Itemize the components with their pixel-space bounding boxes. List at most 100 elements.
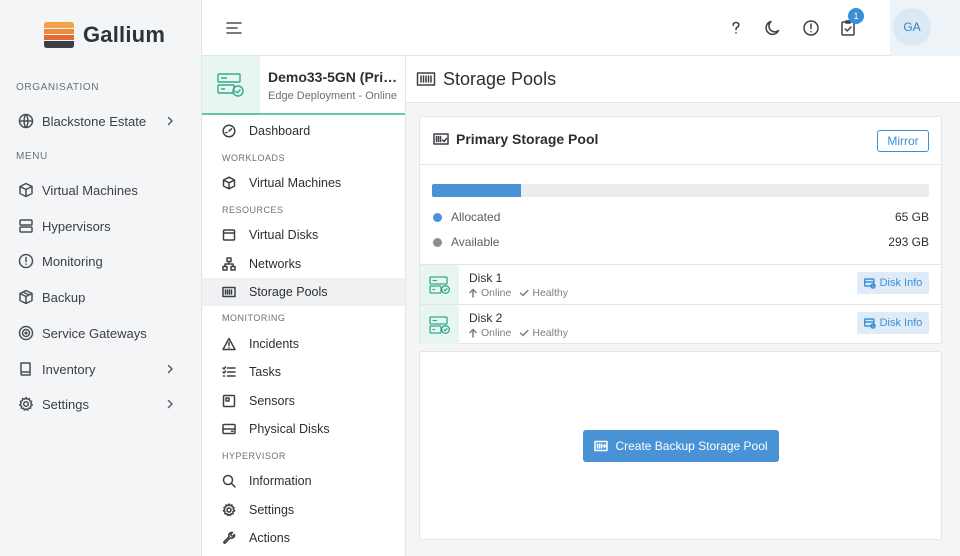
alert-circle-icon [18, 253, 34, 269]
gear-icon [18, 396, 34, 412]
host-nav-physical-disks[interactable]: Physical Disks [202, 415, 405, 443]
disk-row[interactable]: Disk 2 Online Healthy Disk Info [420, 304, 941, 344]
page-title: Storage Pools [443, 68, 557, 89]
host-nav-sensors[interactable]: Sensors [202, 387, 405, 415]
check-icon [519, 288, 529, 298]
nav-item-label: Hypervisors [42, 218, 111, 234]
host-nav-networks[interactable]: Networks [202, 250, 405, 278]
disk-health: Healthy [532, 287, 568, 299]
nav-item-label: Service Gateways [42, 325, 147, 341]
dark-mode-moon-icon[interactable] [763, 18, 783, 38]
nav-item-virtual-machines[interactable]: Virtual Machines [0, 175, 202, 205]
host-nav-information[interactable]: Information [202, 467, 405, 495]
host-nav-label: Actions [249, 531, 290, 545]
search-icon [222, 474, 236, 488]
allocated-legend: Allocated 65 GB [432, 209, 929, 225]
gallium-logo-icon [42, 21, 76, 49]
wrench-icon [222, 531, 236, 545]
storage-pool-check-icon [433, 131, 449, 147]
sensor-icon [222, 394, 236, 408]
host-name: Demo33-5GN (Primary) [268, 69, 404, 85]
disk-healthy-icon [420, 305, 459, 344]
workloads-section-heading: WORKLOADS [222, 153, 286, 163]
cube-icon [222, 176, 236, 190]
host-nav-tasks[interactable]: Tasks [202, 358, 405, 386]
create-backup-storage-pool-button[interactable]: Create Backup Storage Pool [583, 430, 779, 462]
storage-pool-card: Primary Storage Pool Mirror Allocated 65… [419, 116, 942, 344]
brand[interactable]: Gallium [42, 20, 165, 50]
create-backup-label: Create Backup Storage Pool [615, 439, 768, 453]
network-icon [222, 257, 236, 271]
check-icon [519, 328, 529, 338]
host-nav-label: Virtual Machines [249, 176, 342, 190]
avatar[interactable]: GA [893, 8, 931, 46]
host-server-status-icon [202, 56, 260, 113]
menu-section-heading: MENU [16, 151, 48, 162]
allocated-value: 65 GB [894, 210, 929, 224]
alerts-icon[interactable] [801, 18, 821, 38]
host-nav-settings[interactable]: Settings [202, 496, 405, 524]
host-nav-virtual-machines[interactable]: Virtual Machines [202, 169, 405, 197]
help-icon[interactable] [726, 18, 746, 38]
task-list-icon [222, 365, 236, 379]
disk-info-icon [863, 317, 876, 329]
storage-pool-icon [416, 69, 436, 89]
nav-item-service-gateways[interactable]: Service Gateways [0, 318, 202, 348]
host-nav-label: Networks [249, 257, 302, 271]
resources-section-heading: RESOURCES [222, 205, 284, 215]
available-dot [433, 238, 442, 247]
host-nav-dashboard[interactable]: Dashboard [202, 117, 405, 145]
disk-info-button[interactable]: Disk Info [857, 312, 929, 334]
disk-info-label: Disk Info [879, 317, 923, 329]
hard-drive-icon [222, 422, 236, 436]
host-nav-label: Settings [249, 503, 295, 517]
disk-drive-icon [222, 228, 236, 242]
disk-info-label: Disk Info [879, 277, 923, 289]
nav-item-label: Backup [42, 289, 86, 305]
host-nav-label: Dashboard [249, 124, 311, 138]
usage-bar [432, 184, 929, 197]
chevron-right-icon [164, 115, 176, 127]
globe-icon [18, 113, 34, 129]
host-nav-actions[interactable]: Actions [202, 524, 405, 552]
nav-item-inventory[interactable]: Inventory [0, 354, 202, 384]
hypervisor-section-heading: HYPERVISOR [222, 451, 286, 461]
nav-item-label: Monitoring [42, 253, 103, 269]
nav-item-label: Inventory [42, 361, 96, 377]
allocated-dot [433, 213, 442, 222]
top-bar: 1 GA [202, 0, 960, 56]
monitoring-section-heading: MONITORING [222, 313, 286, 323]
host-nav-label: Incidents [249, 337, 300, 351]
host-nav-virtual-disks[interactable]: Virtual Disks [202, 221, 405, 249]
disk-name: Disk 2 [469, 311, 503, 325]
disk-status: Online Healthy [468, 327, 568, 339]
avatar-area[interactable]: GA [890, 0, 960, 56]
disk-info-button[interactable]: Disk Info [857, 272, 929, 294]
host-nav-label: Sensors [249, 394, 295, 408]
mirror-badge[interactable]: Mirror [877, 130, 929, 152]
main-content: Storage Pools Primary Storage Pool Mirro… [406, 56, 960, 556]
host-nav-incidents[interactable]: Incidents [202, 330, 405, 358]
chevron-right-icon [164, 398, 176, 410]
nav-item-label: Settings [42, 396, 89, 412]
nav-item-backup[interactable]: Backup [0, 282, 202, 312]
cube-icon [18, 182, 34, 198]
usage-bar-allocated-fill [432, 184, 522, 197]
nav-item-settings[interactable]: Settings [0, 389, 202, 419]
package-icon [18, 289, 34, 305]
org-selector[interactable]: Blackstone Estate [0, 106, 202, 136]
host-nav-storage-pools[interactable]: Storage Pools [202, 278, 405, 306]
host-header[interactable]: Demo33-5GN (Primary) Edge Deployment - O… [202, 56, 405, 115]
disk-name: Disk 1 [469, 271, 503, 285]
nav-item-monitoring[interactable]: Monitoring [0, 246, 202, 276]
org-section-heading: ORGANISATION [16, 82, 100, 93]
page-header: Storage Pools [406, 56, 960, 103]
pool-card-header: Primary Storage Pool Mirror [420, 117, 941, 165]
task-count-badge[interactable]: 1 [848, 8, 864, 24]
menu-toggle-icon[interactable] [224, 18, 244, 38]
arrow-up-icon [468, 288, 478, 298]
host-status: Edge Deployment - Online [268, 90, 398, 102]
nav-item-hypervisors[interactable]: Hypervisors [0, 211, 202, 241]
disk-row[interactable]: Disk 1 Online Healthy Disk Info [420, 264, 941, 304]
available-value: 293 GB [888, 235, 929, 249]
